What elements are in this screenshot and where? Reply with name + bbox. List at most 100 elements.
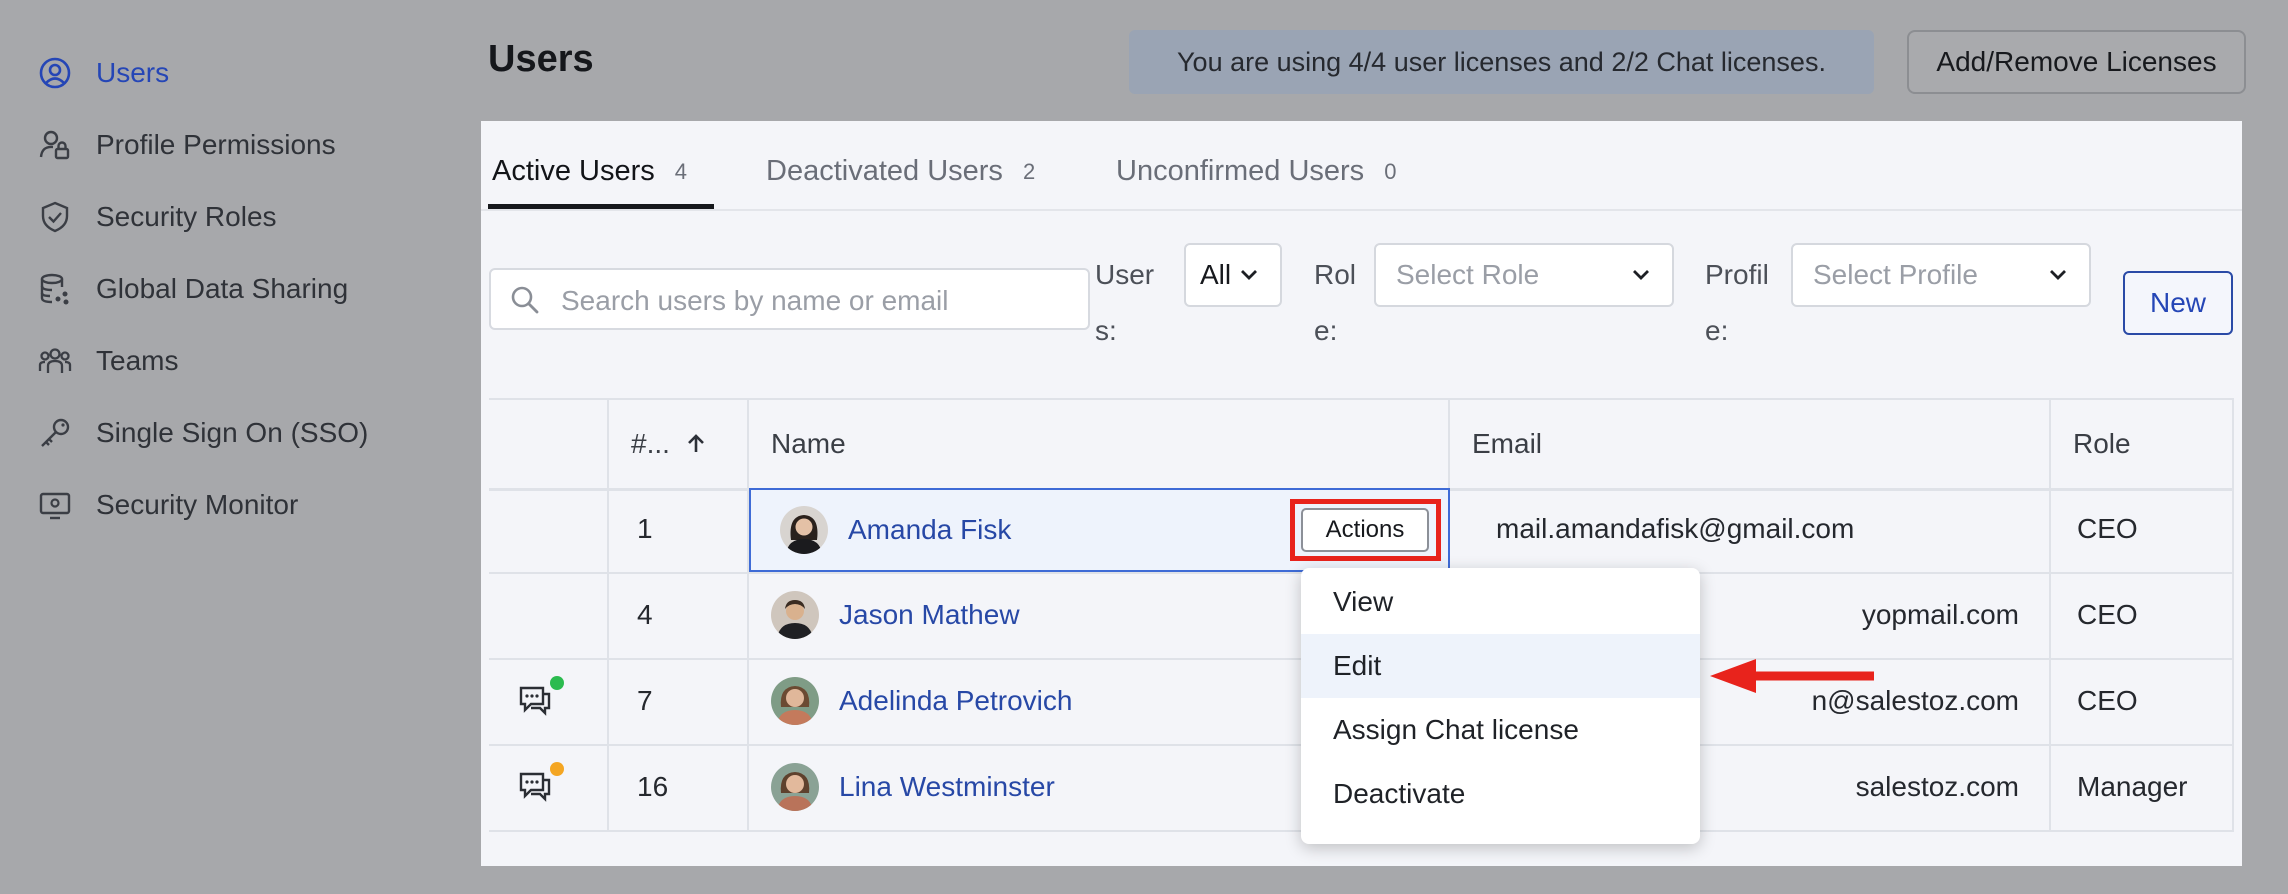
search-box bbox=[489, 268, 1090, 330]
role-select-placeholder: Select Role bbox=[1396, 259, 1540, 290]
sidebar-item-users[interactable]: Users bbox=[38, 51, 169, 95]
table-header-row: #... Name Email Role bbox=[489, 398, 2234, 491]
column-header-num-label: #... bbox=[631, 428, 670, 459]
cell-email: mail.amandafisk@gmail.com bbox=[1496, 513, 1855, 544]
cell-name: Amanda Fisk bbox=[780, 506, 1011, 554]
menu-item-edit[interactable]: Edit bbox=[1301, 634, 1700, 698]
column-header-role[interactable]: Role bbox=[2073, 400, 2131, 488]
avatar bbox=[771, 677, 819, 725]
away-status-dot bbox=[550, 762, 564, 776]
menu-item-assign-chat-license[interactable]: Assign Chat license bbox=[1301, 698, 1700, 762]
profile-filter-label-line2: e: bbox=[1705, 315, 1729, 346]
sort-ascending-icon bbox=[688, 434, 704, 452]
users-filter-label-line2: s: bbox=[1095, 315, 1117, 346]
user-name-link[interactable]: Adelinda Petrovich bbox=[839, 685, 1072, 717]
tab-label: Unconfirmed Users bbox=[1116, 155, 1365, 187]
actions-menu: View Edit Assign Chat license Deactivate bbox=[1301, 568, 1700, 844]
cell-num: 4 bbox=[637, 599, 653, 630]
new-user-button[interactable]: New bbox=[2123, 271, 2233, 335]
sidebar-item-label: Profile Permissions bbox=[96, 129, 336, 160]
users-filter-label-line1: User bbox=[1095, 259, 1155, 290]
column-header-email[interactable]: Email bbox=[1472, 400, 1542, 488]
chevron-down-icon bbox=[1241, 270, 1257, 280]
menu-item-label: View bbox=[1333, 586, 1394, 617]
profile-filter-label-line1: Profil bbox=[1705, 259, 1769, 290]
role-filter-label: Rol e: bbox=[1314, 247, 1356, 359]
cell-role: CEO bbox=[2077, 599, 2138, 630]
tab-label: Active Users bbox=[492, 155, 655, 187]
cell-name: Adelinda Petrovich bbox=[771, 658, 1072, 744]
user-name-link[interactable]: Jason Mathew bbox=[839, 599, 1020, 631]
page-title: Users bbox=[488, 38, 594, 80]
license-notice: You are using 4/4 user licenses and 2/2 … bbox=[1129, 30, 1874, 94]
avatar bbox=[771, 763, 819, 811]
chat-icon[interactable] bbox=[517, 682, 553, 718]
cell-name: Jason Mathew bbox=[771, 572, 1020, 658]
sidebar-item-profile-permissions[interactable]: Profile Permissions bbox=[38, 123, 336, 167]
sidebar-item-label: Users bbox=[96, 57, 170, 88]
tab-bar: Active Users 4 Deactivated Users 2 Uncon… bbox=[481, 121, 2242, 211]
cell-role: Manager bbox=[2077, 771, 2188, 802]
profile-filter-label: Profil e: bbox=[1705, 247, 1769, 359]
tab-deactivated-users[interactable]: Deactivated Users 2 bbox=[766, 155, 1035, 188]
sidebar-item-label: Security Monitor bbox=[96, 489, 299, 520]
shield-check-icon bbox=[38, 200, 72, 234]
user-circle-icon bbox=[38, 56, 72, 90]
active-tab-indicator bbox=[488, 204, 714, 209]
menu-item-label: Deactivate bbox=[1333, 778, 1466, 809]
sidebar-item-teams[interactable]: Teams bbox=[38, 339, 178, 383]
user-name-link[interactable]: Lina Westminster bbox=[839, 771, 1055, 803]
sidebar-item-label: Security Roles bbox=[96, 201, 277, 232]
menu-item-label: Edit bbox=[1333, 650, 1382, 681]
cell-num: 7 bbox=[637, 685, 653, 716]
tab-count-badge: 2 bbox=[1022, 158, 1036, 184]
search-input[interactable] bbox=[559, 278, 1083, 324]
team-icon bbox=[38, 344, 72, 378]
menu-item-view[interactable]: View bbox=[1301, 570, 1700, 634]
database-share-icon bbox=[38, 272, 72, 306]
sidebar-item-global-data-sharing[interactable]: Global Data Sharing bbox=[38, 267, 348, 311]
online-status-dot bbox=[550, 676, 564, 690]
users-filter-select[interactable]: All bbox=[1184, 243, 1282, 307]
role-filter-label-line1: Rol bbox=[1314, 259, 1357, 290]
sidebar-item-label: Teams bbox=[96, 345, 179, 376]
avatar bbox=[780, 506, 828, 554]
menu-item-label: Assign Chat license bbox=[1333, 714, 1579, 745]
tab-count-badge: 4 bbox=[674, 158, 688, 184]
column-header-name[interactable]: Name bbox=[771, 400, 846, 488]
cell-num: 1 bbox=[637, 513, 653, 544]
search-icon bbox=[509, 284, 541, 316]
tab-unconfirmed-users[interactable]: Unconfirmed Users 0 bbox=[1116, 155, 1396, 188]
user-lock-icon bbox=[38, 128, 72, 162]
chevron-down-icon bbox=[1633, 270, 1649, 280]
profile-select-placeholder: Select Profile bbox=[1813, 259, 1978, 290]
annotation-arrow-icon bbox=[1710, 659, 1874, 693]
actions-button[interactable]: Actions bbox=[1301, 508, 1429, 552]
chevron-down-icon bbox=[2050, 270, 2066, 280]
sidebar-item-label: Single Sign On (SSO) bbox=[96, 417, 369, 448]
sidebar-item-security-roles[interactable]: Security Roles bbox=[38, 195, 277, 239]
cell-num: 16 bbox=[637, 771, 669, 802]
cell-name: Lina Westminster bbox=[771, 744, 1055, 830]
profile-select[interactable]: Select Profile bbox=[1791, 243, 2091, 307]
monitor-icon bbox=[38, 488, 72, 522]
chat-icon[interactable] bbox=[517, 768, 553, 804]
users-filter-label: User s: bbox=[1095, 247, 1154, 359]
avatar bbox=[771, 591, 819, 639]
cell-role: CEO bbox=[2077, 685, 2138, 716]
cell-role: CEO bbox=[2077, 513, 2138, 544]
add-remove-licenses-button[interactable]: Add/Remove Licenses bbox=[1907, 30, 2246, 94]
sidebar: Users Profile Permissions Security Roles… bbox=[0, 0, 480, 894]
role-filter-label-line2: e: bbox=[1314, 315, 1338, 346]
tab-label: Deactivated Users bbox=[766, 155, 1003, 187]
sidebar-item-sso[interactable]: Single Sign On (SSO) bbox=[38, 411, 368, 455]
role-select[interactable]: Select Role bbox=[1374, 243, 1674, 307]
tab-count-badge: 0 bbox=[1384, 158, 1397, 184]
sidebar-item-label: Global Data Sharing bbox=[96, 273, 349, 304]
sidebar-item-security-monitor[interactable]: Security Monitor bbox=[38, 483, 298, 527]
menu-item-deactivate[interactable]: Deactivate bbox=[1301, 762, 1700, 826]
column-header-num[interactable]: #... bbox=[631, 400, 708, 488]
tab-active-users[interactable]: Active Users 4 bbox=[492, 155, 687, 188]
users-filter-value: All bbox=[1200, 259, 1232, 290]
user-name-link[interactable]: Amanda Fisk bbox=[848, 514, 1011, 546]
